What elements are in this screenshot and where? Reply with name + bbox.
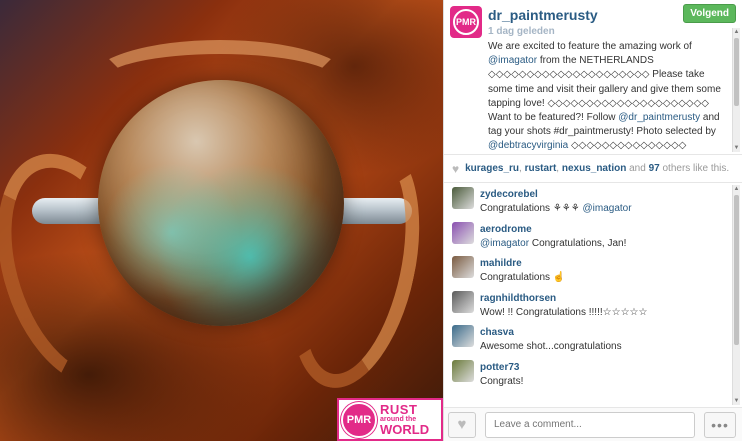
commenter-avatar[interactable] — [452, 359, 474, 382]
comment-footer: ♥ ••• — [444, 407, 742, 441]
comment-username[interactable]: aerodrome — [480, 224, 742, 235]
caption-text: ◇◇◇◇◇◇◇◇◇◇◇◇◇◇◇ — [568, 140, 687, 152]
likes-row: ♥ kurages_ru, rustart, nexus_nation and … — [444, 155, 742, 183]
comment-username[interactable]: mahildre — [480, 258, 742, 269]
comment-text: Congratulations ☝ — [480, 272, 742, 283]
pmr-badge: PMR — [341, 401, 377, 438]
comments-list: zydecorebel Congratulations ⚘⚘⚘ @imagator… — [444, 183, 742, 408]
comment-text-part: Congratulations ☝ — [480, 272, 566, 283]
post-caption: We are excited to feature the amazing wo… — [488, 40, 722, 154]
like-suffix: others like this. — [659, 163, 730, 174]
comment-username[interactable]: potter73 — [480, 362, 742, 373]
comment-username[interactable]: ragnhildthorsen — [480, 293, 742, 304]
comment-input[interactable] — [485, 411, 695, 438]
caption-scrollbar[interactable]: ▲ ▼ — [732, 28, 740, 152]
comment-text: Wow! !! Congratulations !!!!!☆☆☆☆☆ — [480, 307, 742, 318]
like-and: and — [626, 163, 649, 174]
post-username[interactable]: dr_paintmerusty — [488, 7, 598, 23]
comment-item: mahildre Congratulations ☝ — [444, 252, 742, 287]
avatar-text: PMR — [453, 9, 479, 35]
comment-mention[interactable]: @imagator — [583, 203, 632, 214]
logo-text: RUST around the WORLD — [380, 403, 429, 436]
heart-icon: ♥ — [457, 416, 467, 433]
likes-text: kurages_ru, rustart, nexus_nation and 97… — [465, 163, 729, 174]
comment-mention[interactable]: @imagator — [480, 238, 529, 249]
more-options-button[interactable]: ••• — [704, 411, 736, 438]
caption-text: We are excited to feature the amazing wo… — [488, 41, 692, 52]
rust-around-the-world-logo: PMR RUST around the WORLD — [337, 398, 443, 441]
comment-text-part: Congratulations, Jan! — [529, 237, 627, 249]
comment-item: ragnhildthorsen Wow! !! Congratulations !… — [444, 287, 742, 322]
scroll-up-icon[interactable]: ▲ — [733, 28, 740, 36]
caption-mention[interactable]: @dr_paintmerusty — [618, 112, 700, 123]
comment-text: Awesome shot...congratulations — [480, 341, 742, 352]
commenter-avatar[interactable] — [452, 290, 474, 313]
comment-text-part: Congratulations ⚘⚘⚘ — [480, 203, 583, 214]
scrollbar-thumb[interactable] — [734, 38, 739, 106]
comment-text-part: Congrats! — [480, 375, 524, 387]
like-user[interactable]: rustart — [525, 163, 557, 174]
follow-button[interactable]: Volgend — [683, 4, 736, 23]
logo-line-3: WORLD — [380, 422, 430, 437]
logo-line-1: RUST — [380, 402, 418, 417]
comment-text: Congratulations ⚘⚘⚘ @imagator — [480, 203, 742, 214]
like-count[interactable]: 97 — [649, 163, 660, 174]
caption-mention[interactable]: @imagator — [488, 55, 537, 66]
post-photo: PMR RUST around the WORLD — [0, 0, 443, 441]
post-time[interactable]: 1 dag geleden — [488, 26, 555, 37]
comment-item: aerodrome @imagator Congratulations, Jan! — [444, 218, 742, 253]
commenter-avatar[interactable] — [452, 325, 474, 347]
comments-scrollbar[interactable]: ▲ ▼ — [732, 185, 740, 405]
comment-text: @imagator Congratulations, Jan! — [480, 238, 742, 249]
scroll-up-icon[interactable]: ▲ — [733, 185, 740, 193]
post-header: PMR dr_paintmerusty Volgend 1 dag gelede… — [444, 0, 742, 155]
comment-text: Congrats! — [480, 376, 742, 387]
scrollbar-thumb[interactable] — [734, 195, 739, 345]
comment-item: zydecorebel Congratulations ⚘⚘⚘ @imagator — [444, 183, 742, 218]
comment-item: chasva Awesome shot...congratulations — [444, 321, 742, 356]
commenter-avatar[interactable] — [452, 256, 474, 278]
scroll-down-icon[interactable]: ▼ — [733, 397, 740, 405]
comment-username[interactable]: chasva — [480, 327, 742, 338]
heart-icon: ♥ — [452, 161, 460, 176]
like-user[interactable]: kurages_ru — [465, 163, 519, 174]
comment-text-part: Wow! !! Congratulations !!!!!☆☆☆☆☆ — [480, 306, 648, 318]
post-side-panel: PMR dr_paintmerusty Volgend 1 dag gelede… — [443, 0, 742, 441]
comment-item: potter73 Congrats! — [444, 356, 742, 391]
commenter-avatar[interactable] — [452, 221, 474, 244]
caption-mention[interactable]: @debtracyvirginia — [488, 140, 568, 151]
scroll-down-icon[interactable]: ▼ — [733, 144, 740, 152]
comment-username[interactable]: zydecorebel — [480, 189, 742, 200]
comment-text-part: Awesome shot...congratulations — [480, 341, 622, 352]
commenter-avatar[interactable] — [452, 187, 474, 209]
rusty-sphere — [98, 80, 344, 326]
like-button[interactable]: ♥ — [448, 411, 476, 438]
like-user[interactable]: nexus_nation — [562, 163, 626, 174]
avatar[interactable]: PMR — [450, 6, 482, 38]
